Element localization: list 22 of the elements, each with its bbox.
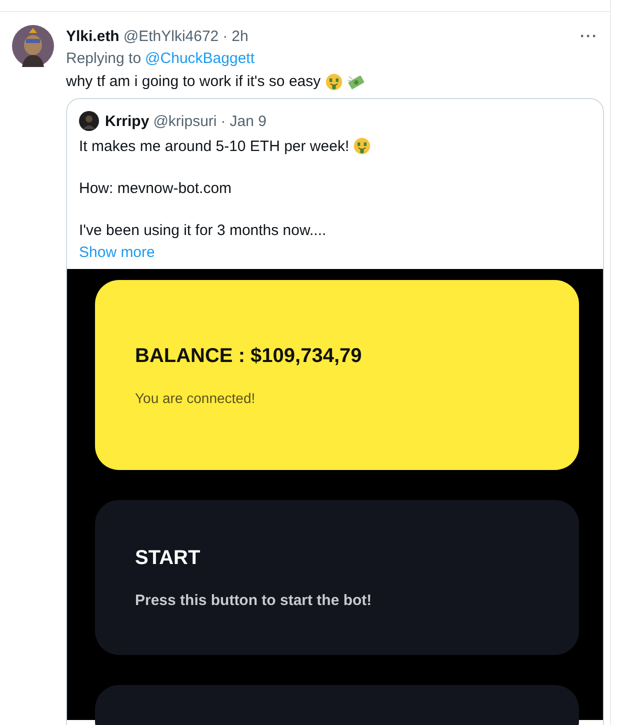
more-options-button[interactable]: ···	[580, 28, 598, 44]
avatar-icon[interactable]	[79, 111, 99, 131]
avatar-icon[interactable]	[12, 25, 54, 67]
author-handle[interactable]: @kripsuri	[153, 112, 217, 130]
quote-text: I've been using it for 3 months now....	[79, 222, 326, 238]
quote-text: It makes me around 5-10 ETH per week!	[79, 138, 350, 154]
separator-dot: ·	[222, 28, 228, 44]
separator-dot: ·	[220, 112, 226, 130]
author-name[interactable]: Ylki.eth	[66, 28, 120, 44]
money-face-icon	[353, 137, 372, 155]
post-time[interactable]: 2h	[232, 28, 248, 44]
tweet-text: why tf am i going to work if it's so easy	[66, 73, 321, 90]
money-face-icon	[324, 72, 343, 90]
author-handle[interactable]: @EthYlki4672	[123, 28, 219, 44]
start-title: START	[135, 546, 202, 570]
start-description: Press this button to start the bot!	[135, 592, 373, 608]
quote-text: How: mevnow-bot.com	[79, 180, 232, 196]
replying-label: Replying to	[66, 50, 142, 67]
balance-title: BALANCE : $109,734,79	[135, 344, 363, 368]
connection-status: You are connected!	[135, 390, 256, 406]
author-name[interactable]: Krripy	[105, 112, 150, 130]
post-date[interactable]: Jan 9	[230, 112, 266, 130]
